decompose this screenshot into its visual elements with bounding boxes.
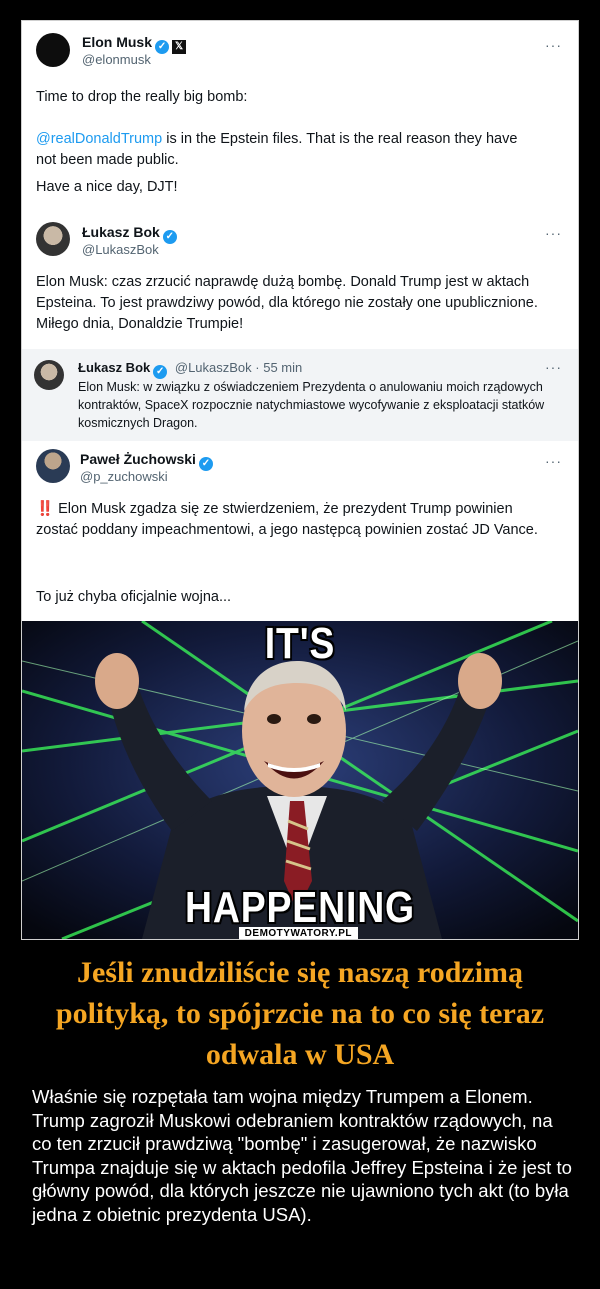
tweet-text: ‼️ Elon Musk zgadza się ze stwierdzeniem… xyxy=(36,501,538,538)
tweet-text-line2: @realDonaldTrump is in the Epstein files… xyxy=(36,131,518,168)
tweet-text: Elon Musk: czas zrzucić naprawdę dużą bo… xyxy=(36,274,538,332)
verified-icon: ✓ xyxy=(198,457,213,471)
verified-icon: ✓ xyxy=(155,40,170,54)
avatar[interactable] xyxy=(36,449,70,483)
quote-meta[interactable]: @LukaszBok · 55 min xyxy=(175,360,302,375)
verified-icon: ✓ xyxy=(162,230,177,244)
quote-author-name[interactable]: Łukasz Bok ✓ @LukaszBok · 55 min xyxy=(78,360,302,379)
author-handle[interactable]: @elonmusk xyxy=(82,52,151,67)
more-options-icon[interactable]: ··· xyxy=(545,225,562,241)
author-name[interactable]: Elon Musk ✓ 𝕏 xyxy=(82,34,187,54)
more-options-icon[interactable]: ··· xyxy=(545,359,562,375)
tweet-text-line3: Have a nice day, DJT! xyxy=(36,179,178,195)
quote-text: Elon Musk: w związku z oświadczeniem Pre… xyxy=(78,380,545,430)
author-name[interactable]: Łukasz Bok ✓ xyxy=(82,224,177,244)
meme-bottom-text: HAPPENING xyxy=(184,883,416,932)
mention-link[interactable]: @realDonaldTrump xyxy=(36,131,162,147)
double-exclamation-icon: ‼️ xyxy=(36,501,55,517)
tweet-pawel-zuchowski[interactable]: Paweł Żuchowski ✓ @p_zuchowski ··· ‼️ Elo… xyxy=(22,445,578,621)
more-options-icon[interactable]: ··· xyxy=(545,453,562,469)
author-name[interactable]: Paweł Żuchowski ✓ xyxy=(80,451,213,471)
tweet-text-line2: To już chyba oficjalnie wojna... xyxy=(36,589,232,605)
meme-image: IT'S HAPPENING DEMOTYWATORY.PL xyxy=(22,621,578,939)
watermark-label: DEMOTYWATORY.PL xyxy=(238,927,358,939)
more-options-icon[interactable]: ··· xyxy=(545,37,562,53)
tweet-text-line1: Time to drop the really big bomb: xyxy=(36,89,248,105)
demotivator-description: Właśnie się rozpętała tam wojna między T… xyxy=(32,1086,572,1225)
quoted-tweet[interactable]: Łukasz Bok ✓ @LukaszBok · 55 min ··· Elon… xyxy=(22,349,578,441)
x-logo-icon: 𝕏 xyxy=(172,40,187,54)
author-handle[interactable]: @LukaszBok xyxy=(82,242,159,257)
verified-icon: ✓ xyxy=(153,365,168,379)
avatar[interactable] xyxy=(36,33,70,67)
tweet-elon[interactable]: Elon Musk ✓ 𝕏 @elonmusk ··· Time to drop t… xyxy=(22,21,578,211)
demotivator-headline: Jeśli znudziliście się naszą rodzimą pol… xyxy=(55,956,545,1071)
tweet-lukasz-bok[interactable]: Łukasz Bok ✓ @LukaszBok ··· Elon Musk: cz… xyxy=(22,217,578,351)
meme-top-text: IT'S xyxy=(264,621,336,668)
avatar[interactable] xyxy=(36,222,70,256)
author-handle[interactable]: @p_zuchowski xyxy=(80,469,168,484)
demotivator-frame: Elon Musk ✓ 𝕏 @elonmusk ··· Time to drop t… xyxy=(21,20,579,940)
avatar[interactable] xyxy=(34,360,64,390)
